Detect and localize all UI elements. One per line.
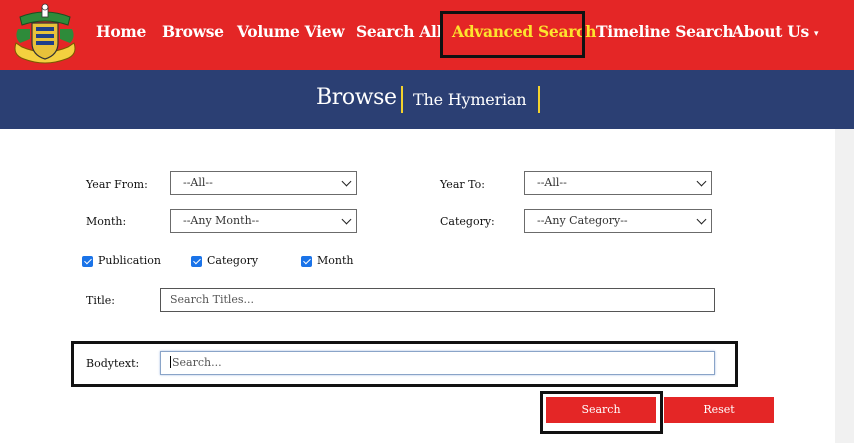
school-crest-logo[interactable] (10, 3, 80, 67)
year-from-label: Year From: (86, 178, 148, 191)
bodytext-placeholder: Search... (172, 356, 222, 369)
nav-about-us-label: About Us (732, 22, 809, 41)
title-label: Title: (86, 294, 116, 307)
month-value: --Any Month-- (183, 214, 260, 227)
nav-timeline-search[interactable]: Timeline Search (596, 20, 734, 44)
chevron-down-icon (696, 214, 707, 225)
month-select[interactable]: --Any Month-- (170, 209, 357, 233)
nav-search-all[interactable]: Search All (356, 20, 442, 44)
year-to-label: Year To: (440, 178, 485, 191)
publication-name: The Hymerian (413, 90, 527, 109)
publication-checkbox-label: Publication (98, 254, 161, 267)
text-cursor (170, 356, 171, 368)
highlight-box-advanced-search (440, 11, 585, 58)
banner-divider (538, 86, 540, 113)
month-checkbox[interactable] (301, 256, 312, 267)
reset-button[interactable]: Reset (664, 397, 774, 423)
banner-divider (401, 86, 403, 113)
chevron-down-icon (341, 214, 352, 225)
nav-browse[interactable]: Browse (162, 20, 224, 44)
nav-about-us[interactable]: About Us ▾ (732, 20, 819, 44)
bodytext-label: Bodytext: (86, 357, 140, 370)
chevron-down-icon (341, 176, 352, 187)
category-select[interactable]: --Any Category-- (524, 209, 712, 233)
year-from-value: --All-- (183, 176, 213, 189)
month-checkbox-label: Month (317, 254, 354, 267)
chevron-down-icon: ▾ (813, 29, 819, 39)
category-checkbox-label: Category (207, 254, 259, 267)
publication-checkbox[interactable] (82, 256, 93, 267)
year-to-select[interactable]: --All-- (524, 171, 712, 195)
page-title: Browse (316, 85, 397, 110)
search-button[interactable]: Search (546, 397, 656, 423)
category-label: Category: (440, 215, 495, 228)
chevron-down-icon (696, 176, 707, 187)
category-value: --Any Category-- (537, 214, 628, 227)
month-label: Month: (86, 215, 127, 228)
year-from-select[interactable]: --All-- (170, 171, 357, 195)
title-search-input[interactable]: Search Titles... (160, 288, 715, 312)
nav-home[interactable]: Home (96, 20, 146, 44)
year-to-value: --All-- (537, 176, 567, 189)
category-checkbox[interactable] (191, 256, 202, 267)
page: Home Browse Volume View Search All Advan… (0, 0, 854, 443)
nav-volume-view[interactable]: Volume View (237, 20, 345, 44)
bodytext-search-input[interactable]: Search... (160, 351, 715, 375)
